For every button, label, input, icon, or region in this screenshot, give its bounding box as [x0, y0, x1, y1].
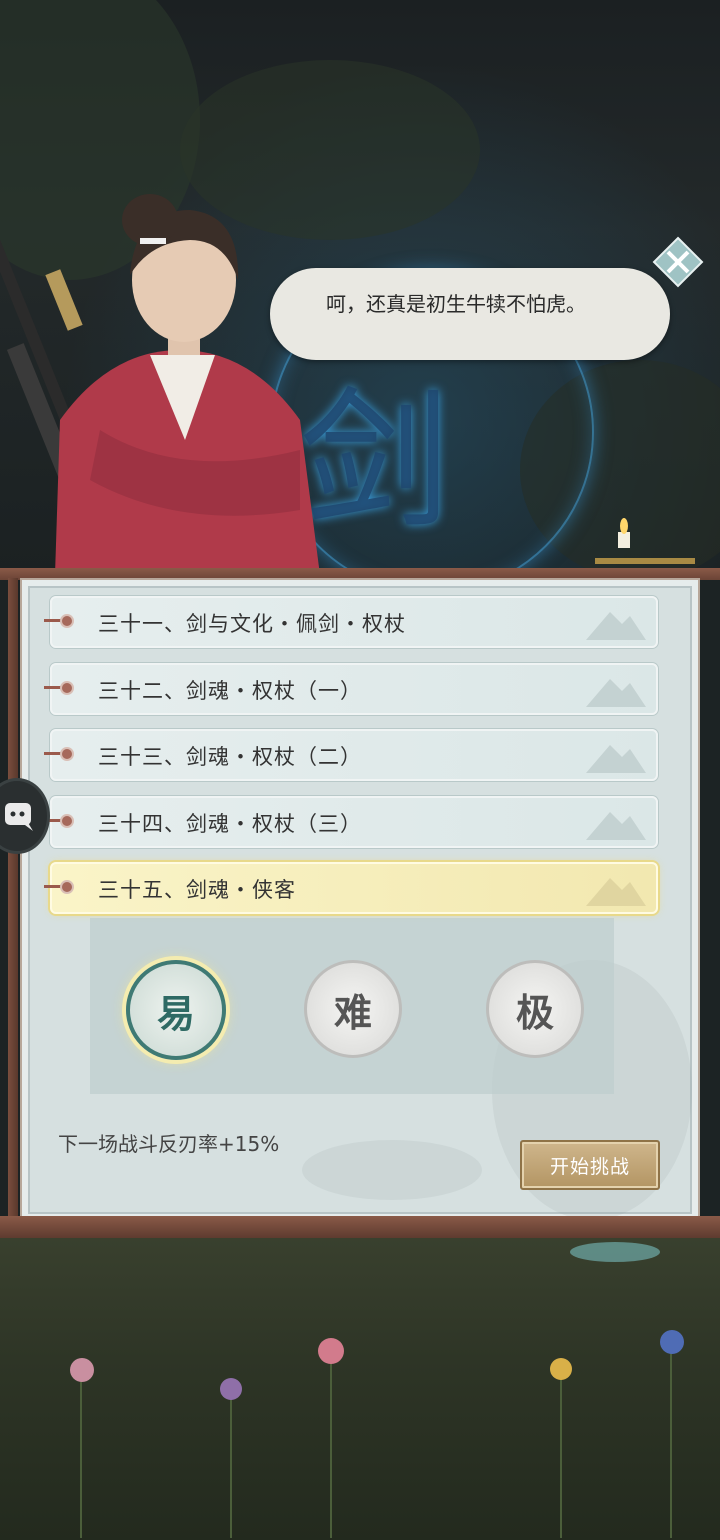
- character-portrait: [0, 194, 320, 575]
- chapter-dot: [60, 880, 74, 894]
- mountain-icon: [586, 745, 646, 773]
- diamond-close-icon[interactable]: [652, 236, 704, 288]
- flower-stem: [670, 1338, 672, 1538]
- mountain-icon: [586, 878, 646, 906]
- flower-stem: [80, 1368, 82, 1538]
- flower-stem: [230, 1388, 232, 1538]
- chapter-item-active[interactable]: 三十五、剑魂・侠客: [44, 862, 658, 914]
- mountain-icon: [586, 812, 646, 840]
- flower: [318, 1338, 344, 1364]
- chapter-dot: [60, 747, 74, 761]
- chapter-label: 三十三、剑魂・权杖（二）: [98, 745, 362, 769]
- chapter-dot: [60, 614, 74, 628]
- chapter-item[interactable]: 三十一、剑与文化・佩剑・权杖: [44, 596, 658, 648]
- difficulty-hard-button[interactable]: 难: [304, 960, 402, 1058]
- chapter-item[interactable]: 三十三、剑魂・权杖（二）: [44, 729, 658, 781]
- flower-stem: [560, 1368, 562, 1538]
- panel-left-frame: [8, 578, 18, 1218]
- flower: [70, 1358, 94, 1382]
- chapter-label: 三十五、剑魂・侠客: [98, 878, 296, 902]
- chapter-label: 三十一、剑与文化・佩剑・权杖: [98, 612, 406, 636]
- chat-icon: [5, 803, 33, 831]
- flower-stem: [330, 1348, 332, 1538]
- difficulty-easy-button[interactable]: 易: [126, 960, 226, 1060]
- dialog-text: 呵，还真是初生牛犊不怕虎。: [326, 292, 586, 316]
- side-chat-button[interactable]: [0, 778, 50, 854]
- chapter-label: 三十二、剑魂・权杖（一）: [98, 679, 362, 703]
- chapter-label: 三十四、剑魂・权杖（三）: [98, 812, 362, 836]
- chapter-item[interactable]: 三十二、剑魂・权杖（一）: [44, 663, 658, 715]
- mountain-icon: [586, 612, 646, 640]
- ink-decoration: [302, 1140, 482, 1200]
- chapter-item[interactable]: 三十四、剑魂・权杖（三）: [44, 796, 658, 848]
- moon-candle-decoration: [595, 485, 695, 564]
- chapter-dot: [60, 681, 74, 695]
- buff-text: 下一场战斗反刃率+15%: [58, 1132, 280, 1156]
- mountain-icon: [586, 679, 646, 707]
- chapter-dot: [60, 814, 74, 828]
- dialog-bubble[interactable]: 呵，还真是初生牛犊不怕虎。: [270, 268, 670, 360]
- start-challenge-button[interactable]: 开始挑战: [520, 1140, 660, 1190]
- scene-background: 剑 呵，还真是初生牛犊不怕虎。: [0, 0, 720, 575]
- flower: [550, 1358, 572, 1380]
- panel-bottom-bar: [0, 1216, 720, 1238]
- difficulty-extreme-button[interactable]: 极: [486, 960, 584, 1058]
- lily-pad: [570, 1242, 660, 1262]
- flower: [220, 1378, 242, 1400]
- flower: [660, 1330, 684, 1354]
- ground-scenery: [0, 1238, 720, 1540]
